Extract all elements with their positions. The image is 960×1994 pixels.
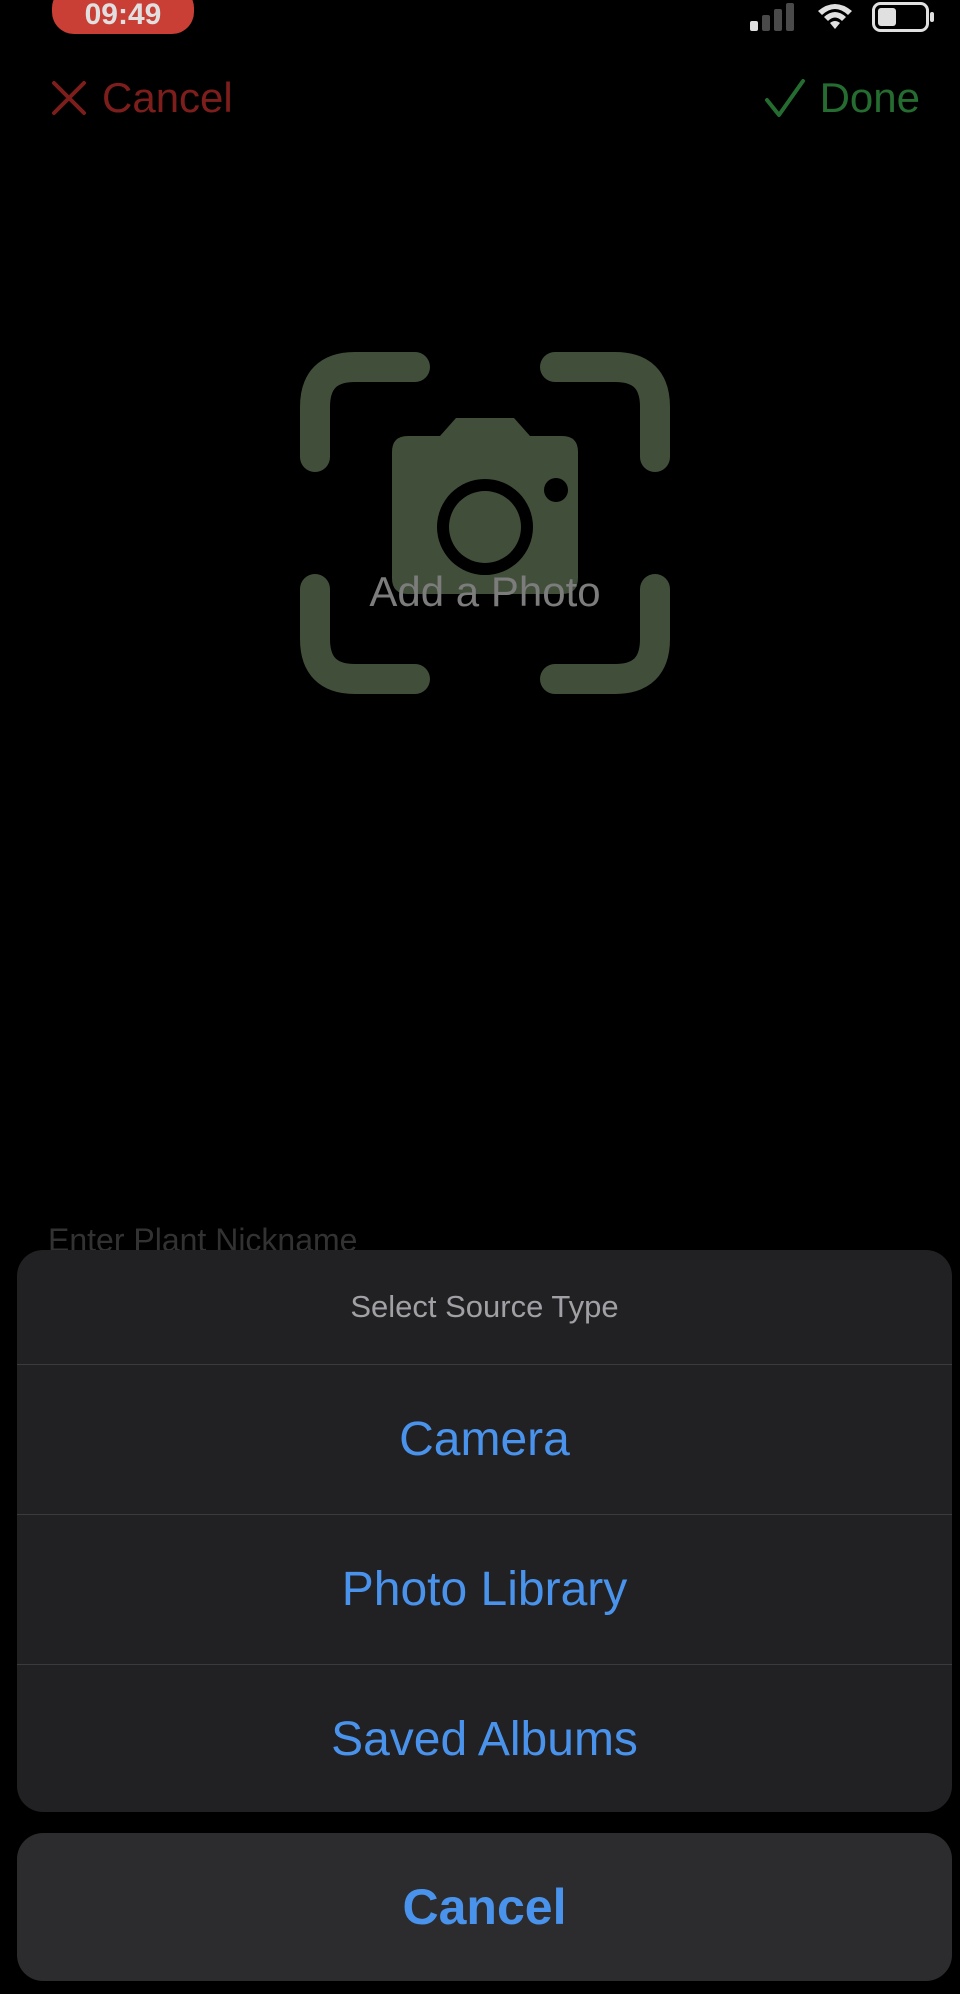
action-sheet-title: Select Source Type [17, 1250, 952, 1365]
photo-library-option-button[interactable]: Photo Library [17, 1515, 952, 1665]
action-sheet-cancel-button[interactable]: Cancel [17, 1833, 952, 1981]
action-sheet: Select Source Type Camera Photo Library … [17, 1250, 952, 1812]
camera-option-button[interactable]: Camera [17, 1365, 952, 1515]
saved-albums-option-button[interactable]: Saved Albums [17, 1665, 952, 1812]
